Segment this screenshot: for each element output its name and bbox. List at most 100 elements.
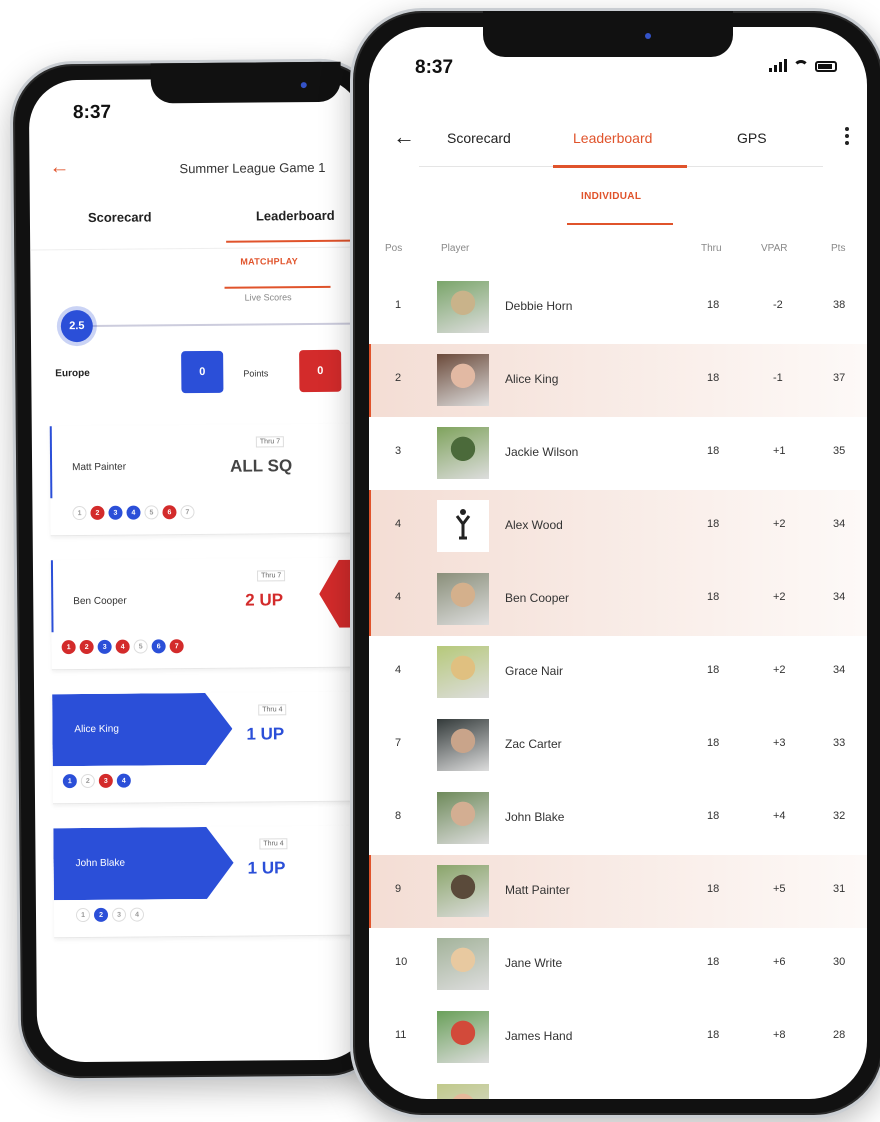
row-thru: 18 xyxy=(707,518,720,530)
player-avatar xyxy=(437,281,489,333)
tab-gps[interactable]: GPS xyxy=(737,130,767,146)
tab-leaderboard[interactable]: Leaderboard xyxy=(256,208,335,224)
column-header-thru: Thru xyxy=(701,243,722,254)
hole-results: 1 2 3 4 xyxy=(62,773,131,789)
match-result: ALL SQ xyxy=(230,456,293,476)
player-avatar xyxy=(437,1011,489,1063)
subtab-indicator xyxy=(224,285,331,289)
battery-icon xyxy=(815,61,837,72)
match-thru: Thru 4 xyxy=(259,838,288,850)
row-vpar: +2 xyxy=(773,664,786,676)
hole-results: 1 2 3 4 xyxy=(75,907,145,923)
tab-scorecard[interactable]: Scorecard xyxy=(88,209,152,225)
row-points: 32 xyxy=(833,810,846,822)
signal-icon xyxy=(769,59,787,72)
front-phone-frame: 8:37 ← Scorecard Leaderboard GPS INDIVID… xyxy=(350,8,880,1118)
hole-results: 1 2 3 4 5 6 7 xyxy=(61,639,184,655)
match-result: 1 UP xyxy=(247,858,286,878)
leaderboard-row[interactable]: 12Pauline Newton18+927 xyxy=(369,1074,867,1099)
tab-bar: Scorecard Leaderboard xyxy=(29,195,367,251)
row-points: 31 xyxy=(833,883,846,895)
leaderboard-row[interactable]: 8 John Blake 18 +4 32 xyxy=(369,782,867,855)
row-thru: 18 xyxy=(707,591,720,603)
hole-marker: 2 xyxy=(80,773,95,789)
row-player-name: James Hand xyxy=(505,1029,573,1043)
leaderboard-row[interactable]: 4 Grace Nair 18 +2 34 xyxy=(369,636,867,709)
row-player-name: Grace Nair xyxy=(505,664,564,678)
match-player: Ben Cooper xyxy=(73,595,127,608)
subtab-indicator xyxy=(567,223,673,225)
more-options-icon[interactable] xyxy=(845,127,849,145)
row-points: 33 xyxy=(833,737,846,749)
leaderboard-row[interactable]: 9 Matt Painter 18 +5 31 xyxy=(369,855,867,928)
leaderboard-row[interactable]: 3 Jackie Wilson 18 +1 35 xyxy=(369,417,867,490)
hole-marker: 1 xyxy=(62,774,77,789)
column-header-player: Player xyxy=(441,243,470,254)
back-arrow-icon[interactable]: ← xyxy=(49,156,69,179)
app-header: ← Summer League Game 1 xyxy=(29,148,363,191)
hole-marker: 3 xyxy=(108,505,123,520)
leaderboard-row[interactable]: 10 Jane Write 18 +6 30 xyxy=(369,928,867,1001)
row-position: 4 xyxy=(395,518,402,530)
active-tab-indicator xyxy=(553,165,687,168)
tab-leaderboard[interactable]: Leaderboard xyxy=(573,130,652,146)
match-card[interactable]: Ben Cooper Thru 7 2 UP 1 2 3 4 5 6 7 xyxy=(50,557,372,671)
hole-marker: 7 xyxy=(169,639,184,654)
player-avatar xyxy=(437,865,489,917)
player-avatar xyxy=(437,427,489,479)
hole-marker: 4 xyxy=(115,639,130,654)
leaderboard-row[interactable]: 1 Debbie Horn 18 -2 38 xyxy=(369,271,867,344)
row-points: 28 xyxy=(833,1029,846,1041)
player-avatar xyxy=(437,1084,489,1099)
score-slider-track xyxy=(90,322,372,327)
wifi-icon xyxy=(793,60,809,72)
tab-scorecard[interactable]: Scorecard xyxy=(447,130,511,146)
status-icons xyxy=(769,59,837,72)
match-card[interactable]: Alice King Thru 4 1 UP 1 2 3 4 xyxy=(52,691,372,805)
row-position: 8 xyxy=(395,810,402,822)
leaderboard-row[interactable]: 2 Alice King 18 -1 37 xyxy=(369,344,867,417)
hole-marker: 4 xyxy=(116,773,131,788)
column-header-pts: Pts xyxy=(831,243,846,254)
row-thru: 18 xyxy=(707,664,720,676)
leaderboard-row[interactable]: 4 Ben Cooper 18 +2 34 xyxy=(369,563,867,636)
row-points: 34 xyxy=(833,591,846,603)
leaderboard-row[interactable]: 11 James Hand 18 +8 28 xyxy=(369,1001,867,1074)
hole-marker: 3 xyxy=(111,907,127,922)
match-card[interactable]: John Blake Thru 4 1 UP 1 2 3 4 xyxy=(53,825,372,939)
row-points: 30 xyxy=(833,956,846,968)
row-vpar: +4 xyxy=(773,810,786,822)
column-header-vpar: VPAR xyxy=(761,243,788,254)
leaderboard-row[interactable]: 7 Zac Carter 18 +3 33 xyxy=(369,709,867,782)
match-thru: Thru 7 xyxy=(255,436,285,448)
row-position: 10 xyxy=(395,956,408,968)
row-position: 11 xyxy=(395,1029,407,1041)
match-card[interactable]: Matt Painter Thru 7 ALL SQ 1 2 3 4 5 6 7 xyxy=(49,423,372,537)
phone-notch xyxy=(150,61,341,104)
hole-marker: 7 xyxy=(180,505,195,520)
row-position: 2 xyxy=(395,372,402,384)
hole-marker: 4 xyxy=(126,505,141,520)
hole-marker: 1 xyxy=(75,907,91,923)
subtab-matchplay[interactable]: MATCHPLAY xyxy=(240,256,298,267)
score-slider-knob[interactable]: 2.5 xyxy=(60,309,94,343)
row-player-name: Jane Write xyxy=(505,956,563,970)
hole-marker: 6 xyxy=(151,639,166,654)
status-time: 8:37 xyxy=(415,57,454,78)
hole-marker: 1 xyxy=(61,640,76,655)
hole-results: 1 2 3 4 5 6 7 xyxy=(72,505,195,521)
row-thru: 18 xyxy=(707,372,720,384)
hole-marker: 1 xyxy=(72,505,87,521)
leaderboard-row[interactable]: 4 Alex Wood 18 +2 34 xyxy=(369,490,867,563)
hole-marker: 4 xyxy=(129,907,145,922)
row-position: 3 xyxy=(395,445,402,457)
row-position: 9 xyxy=(395,883,402,895)
row-player-name: Debbie Horn xyxy=(505,299,573,313)
subtab-individual[interactable]: INDIVIDUAL xyxy=(581,191,641,202)
back-arrow-icon[interactable]: ← xyxy=(393,124,415,150)
active-tab-indicator xyxy=(226,239,367,243)
row-vpar: -2 xyxy=(773,299,783,311)
row-thru: 18 xyxy=(707,1029,720,1041)
match-accent xyxy=(50,560,54,633)
row-points: 34 xyxy=(833,518,846,530)
